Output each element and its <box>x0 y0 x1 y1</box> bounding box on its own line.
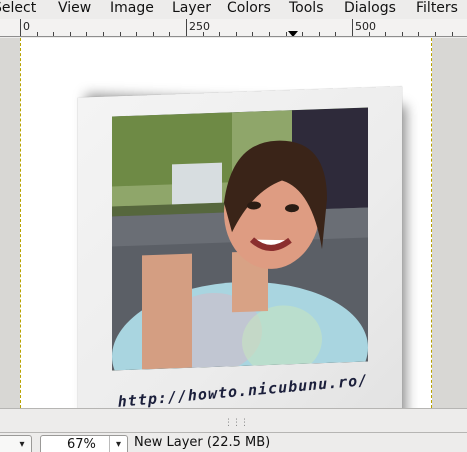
ruler-tick-minor <box>70 32 71 36</box>
ruler-tick-minor <box>418 32 419 36</box>
ruler-tick-minor <box>302 32 303 36</box>
image-canvas[interactable]: http://howto.nicubunu.ro/ <box>20 38 432 408</box>
ruler-tick-minor <box>86 32 87 36</box>
ruler-label-250: 250 <box>189 20 210 33</box>
ruler-label-0: 0 <box>23 20 30 33</box>
ruler-tick-minor <box>53 32 54 36</box>
ruler-tick-minor <box>153 32 154 36</box>
guide-right <box>431 38 432 408</box>
ruler-tick-minor <box>352 32 353 36</box>
canvas-area[interactable]: http://howto.nicubunu.ro/ <box>0 38 467 408</box>
status-bar: ▾ 67% ▾ New Layer (22.5 MB) <box>0 432 467 452</box>
unit-selector[interactable]: ▾ <box>0 435 32 452</box>
ruler-tick-minor <box>286 32 287 36</box>
ruler-tick-minor <box>37 32 38 36</box>
portrait-illustration <box>112 107 368 371</box>
menu-image[interactable]: Image <box>110 0 154 18</box>
ruler-tick-minor <box>203 32 204 36</box>
layer-info: New Layer (22.5 MB) <box>134 435 271 450</box>
ruler-tick-minor <box>452 32 453 36</box>
ruler-tick-minor <box>186 32 187 36</box>
ruler-tick-minor <box>269 32 270 36</box>
ruler-tick-minor <box>402 32 403 36</box>
zoom-selector[interactable]: 67% ▾ <box>40 435 128 452</box>
ruler-tick-minor <box>385 32 386 36</box>
menu-layer[interactable]: Layer <box>172 0 211 18</box>
menu-view[interactable]: View <box>58 0 91 18</box>
scroll-grip-icon[interactable]: ⋮⋮⋮ <box>224 418 249 428</box>
menu-dialogs[interactable]: Dialogs <box>344 0 396 18</box>
menu-select[interactable]: Select <box>0 0 36 18</box>
ruler-tick-minor <box>169 32 170 36</box>
ruler-pointer-marker <box>288 31 298 36</box>
horizontal-ruler[interactable]: 0 250 500 <box>0 19 467 37</box>
portrait-photo <box>112 107 368 371</box>
ruler-tick-minor <box>252 32 253 36</box>
menu-tools[interactable]: Tools <box>289 0 324 18</box>
ruler-tick-minor <box>20 32 21 36</box>
ruler-tick-minor <box>136 32 137 36</box>
menu-bar: Select View Image Layer Colors Tools Dia… <box>0 0 467 18</box>
guide-left <box>20 38 21 408</box>
url-caption: http://howto.nicubunu.ro/ <box>117 370 369 408</box>
ruler-tick-minor <box>236 32 237 36</box>
ruler-tick-minor <box>120 32 121 36</box>
horizontal-scrollbar[interactable]: ⋮⋮⋮ <box>0 408 467 432</box>
polaroid-frame: http://howto.nicubunu.ro/ <box>78 86 402 408</box>
ruler-tick-minor <box>319 32 320 36</box>
ruler-tick-minor <box>219 32 220 36</box>
chevron-down-icon[interactable]: ▾ <box>13 436 31 452</box>
zoom-value[interactable]: 67% <box>67 437 96 452</box>
ruler-tick-minor <box>435 32 436 36</box>
ruler-tick-minor <box>103 32 104 36</box>
menu-colors[interactable]: Colors <box>227 0 271 18</box>
ruler-tick-minor <box>335 32 336 36</box>
menu-filters[interactable]: Filters <box>416 0 458 18</box>
ruler-tick-minor <box>369 32 370 36</box>
ruler-label-500: 500 <box>355 20 376 33</box>
chevron-down-icon[interactable]: ▾ <box>109 436 127 452</box>
